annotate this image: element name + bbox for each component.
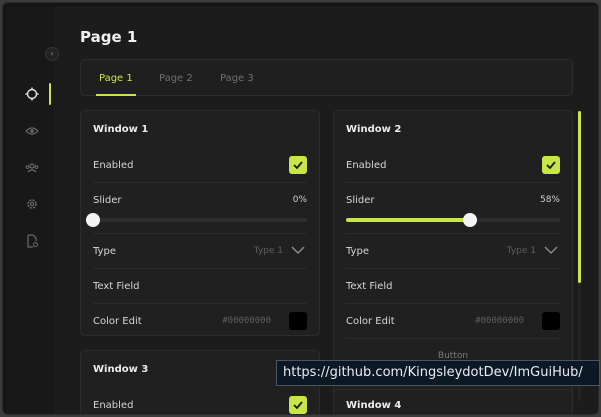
- slider-row: Slider 58%: [346, 183, 560, 234]
- type-combo-value[interactable]: Type 1: [507, 246, 536, 256]
- color-swatch[interactable]: [289, 312, 307, 330]
- color-hex-value[interactable]: #00000000: [475, 316, 524, 326]
- enabled-label: Enabled: [346, 160, 387, 171]
- active-tab-underline: [96, 94, 136, 96]
- users-icon[interactable]: [24, 160, 40, 176]
- slider-track[interactable]: [86, 213, 307, 227]
- sidebar-collapse-button[interactable]: ›: [45, 47, 59, 61]
- type-row[interactable]: Type Type 1: [93, 234, 307, 269]
- slider-knob[interactable]: [86, 213, 100, 227]
- textfield-label: Text Field: [93, 281, 140, 292]
- tab-page-2[interactable]: Page 2: [159, 73, 193, 84]
- app-window: › Page 1 Page 1 Page 2 Page 3 Window 1 E…: [2, 2, 599, 415]
- checkmark-icon: [293, 161, 303, 169]
- tab-page-1[interactable]: Page 1: [99, 73, 133, 84]
- sidebar: [6, 6, 54, 414]
- chevron-right-icon: ›: [50, 49, 54, 58]
- color-edit-label: Color Edit: [93, 316, 142, 327]
- slider-label: Slider: [93, 195, 122, 206]
- window-title: Window 3: [93, 364, 149, 375]
- enabled-checkbox[interactable]: [542, 156, 560, 174]
- enabled-label: Enabled: [93, 400, 134, 411]
- enabled-checkbox[interactable]: [289, 156, 307, 174]
- type-row[interactable]: Type Type 1: [346, 234, 560, 269]
- checkmark-icon: [546, 161, 556, 169]
- url-tooltip: https://github.com/KingsleydotDev/ImGuiH…: [276, 360, 600, 386]
- slider-knob[interactable]: [463, 213, 478, 227]
- window-title: Window 2: [346, 124, 402, 135]
- color-hex-value[interactable]: #00000000: [222, 316, 271, 326]
- eye-icon[interactable]: [24, 123, 40, 139]
- enabled-row: Enabled: [93, 148, 307, 183]
- main-content: Page 1 Page 1 Page 2 Page 3 Window 1 Ena…: [54, 6, 598, 414]
- type-combo-value[interactable]: Type 1: [254, 246, 283, 256]
- file-settings-icon[interactable]: [24, 233, 40, 249]
- enabled-label: Enabled: [93, 160, 134, 171]
- window-4: Window 4: [333, 389, 573, 414]
- window-1: Window 1 Enabled Slider 0% Type Type 1 T…: [80, 110, 320, 336]
- slider-track[interactable]: [346, 213, 560, 227]
- textfield-label: Text Field: [346, 281, 393, 292]
- slider-label: Slider: [346, 195, 375, 206]
- chevron-down-icon[interactable]: [544, 245, 558, 255]
- color-edit-row: Color Edit #00000000: [346, 304, 560, 339]
- tab-page-3[interactable]: Page 3: [220, 73, 254, 84]
- tab-bar: Page 1 Page 2 Page 3: [80, 59, 573, 96]
- enabled-checkbox[interactable]: [289, 396, 307, 414]
- scrollbar-thumb[interactable]: [578, 111, 581, 283]
- type-label: Type: [93, 246, 116, 257]
- color-edit-label: Color Edit: [346, 316, 395, 327]
- enabled-row: Enabled: [346, 148, 560, 183]
- sidebar-active-indicator: [49, 83, 51, 105]
- slider-row: Slider 0%: [86, 183, 307, 234]
- chevron-down-icon[interactable]: [291, 245, 305, 255]
- checkmark-icon: [293, 401, 303, 409]
- slider-value: 0%: [292, 195, 307, 205]
- color-edit-row: Color Edit #00000000: [93, 304, 307, 335]
- enabled-row: Enabled: [93, 388, 307, 414]
- gear-icon[interactable]: [24, 196, 40, 212]
- crosshair-icon[interactable]: [24, 86, 40, 102]
- color-swatch[interactable]: [542, 312, 560, 330]
- slider-fill: [346, 218, 471, 222]
- type-label: Type: [346, 246, 369, 257]
- window-title: Window 4: [346, 400, 402, 411]
- slider-value: 58%: [539, 195, 560, 205]
- window-title: Window 1: [93, 124, 149, 135]
- page-title: Page 1: [80, 28, 138, 46]
- textfield-row[interactable]: Text Field: [346, 269, 560, 304]
- textfield-row[interactable]: Text Field: [93, 269, 307, 304]
